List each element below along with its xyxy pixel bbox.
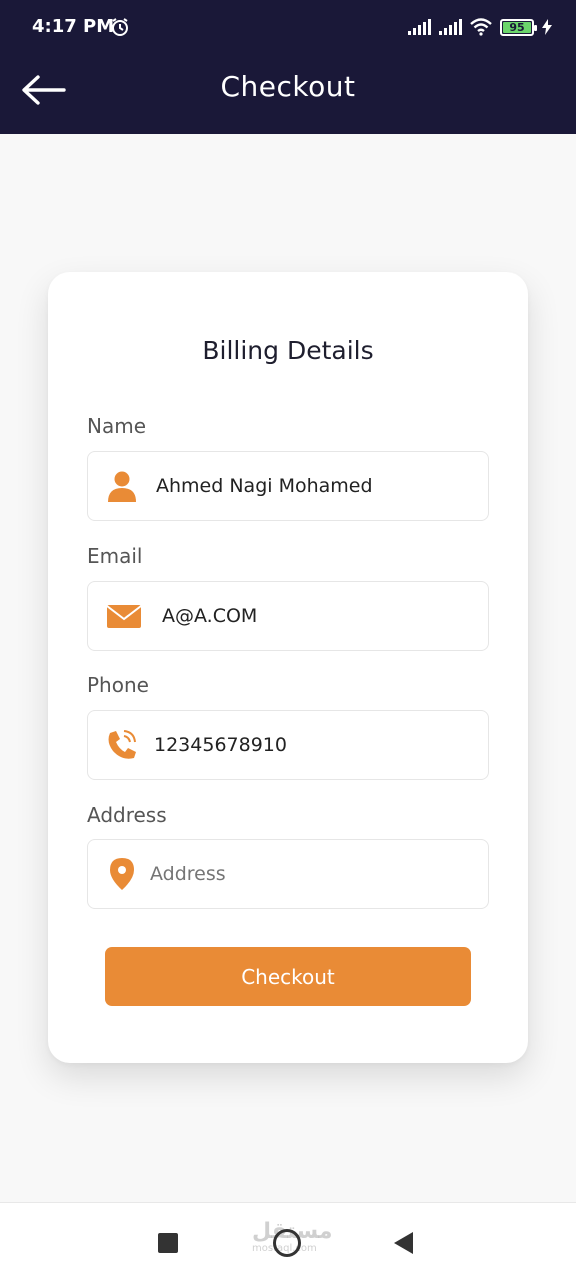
phone-input[interactable] [154, 734, 454, 756]
wifi-icon [470, 18, 492, 36]
person-icon [108, 471, 136, 502]
nav-back-button[interactable] [394, 1232, 413, 1254]
page-title: Checkout [220, 70, 356, 103]
billing-card: Billing Details Name Email Phone Address [48, 272, 528, 1063]
signal-icon [439, 19, 462, 35]
alarm-icon [112, 18, 128, 36]
status-time: 4:17 PM [32, 16, 115, 37]
phone-icon [108, 730, 136, 759]
address-input[interactable] [150, 863, 450, 885]
checkout-button[interactable]: Checkout [105, 947, 471, 1006]
address-label: Address [87, 803, 167, 827]
billing-title: Billing Details [202, 336, 374, 365]
email-field[interactable] [87, 581, 489, 651]
battery-level: 95 [509, 20, 525, 34]
phone-field[interactable] [87, 710, 489, 780]
charging-icon [542, 19, 552, 35]
system-nav-bar: مستقل mostaql.com [0, 1202, 576, 1280]
signal-icon [408, 19, 431, 35]
name-field[interactable] [87, 451, 489, 521]
email-label: Email [87, 544, 143, 568]
location-pin-icon [110, 858, 134, 890]
name-input[interactable] [156, 475, 456, 497]
home-button[interactable] [273, 1229, 301, 1257]
envelope-icon [106, 605, 142, 628]
name-label: Name [87, 414, 147, 438]
battery-icon: 95 [500, 18, 537, 36]
address-field[interactable] [87, 839, 489, 909]
status-bar: 4:17 PM 95 [0, 0, 576, 56]
email-input[interactable] [162, 605, 462, 627]
recents-button[interactable] [158, 1233, 178, 1253]
status-icons: 95 [408, 18, 552, 36]
app-bar: Checkout [0, 56, 576, 134]
phone-label: Phone [87, 673, 149, 697]
